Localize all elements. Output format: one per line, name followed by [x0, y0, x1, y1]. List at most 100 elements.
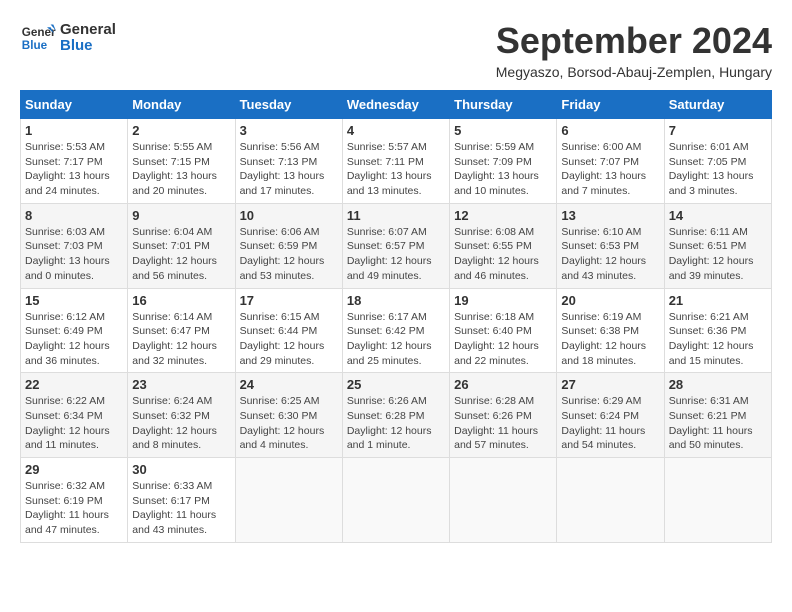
calendar-cell: 4 Sunrise: 5:57 AM Sunset: 7:11 PM Daylig…: [342, 119, 449, 204]
calendar-week-row: 15 Sunrise: 6:12 AM Sunset: 6:49 PM Dayli…: [21, 288, 772, 373]
day-content: Sunrise: 6:15 AM Sunset: 6:44 PM Dayligh…: [240, 310, 338, 369]
day-content: Sunrise: 6:14 AM Sunset: 6:47 PM Dayligh…: [132, 310, 230, 369]
day-content: Sunrise: 6:08 AM Sunset: 6:55 PM Dayligh…: [454, 225, 552, 284]
day-number: 11: [347, 208, 445, 223]
weekday-header-friday: Friday: [557, 91, 664, 119]
day-content: Sunrise: 6:12 AM Sunset: 6:49 PM Dayligh…: [25, 310, 123, 369]
day-content: Sunrise: 6:21 AM Sunset: 6:36 PM Dayligh…: [669, 310, 767, 369]
day-number: 27: [561, 377, 659, 392]
day-content: Sunrise: 5:56 AM Sunset: 7:13 PM Dayligh…: [240, 140, 338, 199]
day-number: 3: [240, 123, 338, 138]
logo-blue: Blue: [60, 38, 116, 55]
day-number: 14: [669, 208, 767, 223]
day-content: Sunrise: 6:07 AM Sunset: 6:57 PM Dayligh…: [347, 225, 445, 284]
day-number: 16: [132, 293, 230, 308]
day-content: Sunrise: 6:33 AM Sunset: 6:17 PM Dayligh…: [132, 479, 230, 538]
calendar-cell: 10 Sunrise: 6:06 AM Sunset: 6:59 PM Dayli…: [235, 203, 342, 288]
day-number: 21: [669, 293, 767, 308]
calendar-cell: 14 Sunrise: 6:11 AM Sunset: 6:51 PM Dayli…: [664, 203, 771, 288]
day-content: Sunrise: 6:26 AM Sunset: 6:28 PM Dayligh…: [347, 394, 445, 453]
day-content: Sunrise: 6:01 AM Sunset: 7:05 PM Dayligh…: [669, 140, 767, 199]
calendar-cell: 1Sunrise: 5:53 AM Sunset: 7:17 PM Daylig…: [21, 119, 128, 204]
calendar-cell: [664, 458, 771, 543]
day-content: Sunrise: 5:57 AM Sunset: 7:11 PM Dayligh…: [347, 140, 445, 199]
day-number: 29: [25, 462, 123, 477]
day-content: Sunrise: 5:55 AM Sunset: 7:15 PM Dayligh…: [132, 140, 230, 199]
day-content: Sunrise: 6:04 AM Sunset: 7:01 PM Dayligh…: [132, 225, 230, 284]
day-number: 25: [347, 377, 445, 392]
calendar-cell: 2Sunrise: 5:55 AM Sunset: 7:15 PM Daylig…: [128, 119, 235, 204]
calendar-cell: 25 Sunrise: 6:26 AM Sunset: 6:28 PM Dayli…: [342, 373, 449, 458]
calendar-cell: [557, 458, 664, 543]
day-content: Sunrise: 6:24 AM Sunset: 6:32 PM Dayligh…: [132, 394, 230, 453]
day-number: 23: [132, 377, 230, 392]
day-number: 19: [454, 293, 552, 308]
calendar-cell: 12 Sunrise: 6:08 AM Sunset: 6:55 PM Dayli…: [450, 203, 557, 288]
calendar-cell: [450, 458, 557, 543]
day-content: Sunrise: 6:28 AM Sunset: 6:26 PM Dayligh…: [454, 394, 552, 453]
calendar-cell: 7 Sunrise: 6:01 AM Sunset: 7:05 PM Daylig…: [664, 119, 771, 204]
day-number: 26: [454, 377, 552, 392]
day-number: 4: [347, 123, 445, 138]
day-number: 6: [561, 123, 659, 138]
day-content: Sunrise: 5:59 AM Sunset: 7:09 PM Dayligh…: [454, 140, 552, 199]
day-number: 15: [25, 293, 123, 308]
day-number: 1: [25, 123, 123, 138]
day-number: 24: [240, 377, 338, 392]
weekday-header-saturday: Saturday: [664, 91, 771, 119]
day-number: 10: [240, 208, 338, 223]
calendar-cell: 19 Sunrise: 6:18 AM Sunset: 6:40 PM Dayli…: [450, 288, 557, 373]
location-subtitle: Megyaszo, Borsod-Abauj-Zemplen, Hungary: [496, 64, 772, 80]
calendar-cell: 6Sunrise: 6:00 AM Sunset: 7:07 PM Daylig…: [557, 119, 664, 204]
calendar-cell: 15 Sunrise: 6:12 AM Sunset: 6:49 PM Dayli…: [21, 288, 128, 373]
day-number: 22: [25, 377, 123, 392]
calendar-week-row: 22 Sunrise: 6:22 AM Sunset: 6:34 PM Dayli…: [21, 373, 772, 458]
logo-icon: General Blue: [20, 20, 56, 56]
calendar-cell: 9Sunrise: 6:04 AM Sunset: 7:01 PM Daylig…: [128, 203, 235, 288]
calendar-cell: 16 Sunrise: 6:14 AM Sunset: 6:47 PM Dayli…: [128, 288, 235, 373]
calendar-cell: 5 Sunrise: 5:59 AM Sunset: 7:09 PM Daylig…: [450, 119, 557, 204]
day-number: 5: [454, 123, 552, 138]
day-content: Sunrise: 6:32 AM Sunset: 6:19 PM Dayligh…: [25, 479, 123, 538]
weekday-header-monday: Monday: [128, 91, 235, 119]
weekday-header-thursday: Thursday: [450, 91, 557, 119]
day-content: Sunrise: 6:22 AM Sunset: 6:34 PM Dayligh…: [25, 394, 123, 453]
day-number: 8: [25, 208, 123, 223]
calendar-table: SundayMondayTuesdayWednesdayThursdayFrid…: [20, 90, 772, 543]
calendar-cell: 11 Sunrise: 6:07 AM Sunset: 6:57 PM Dayli…: [342, 203, 449, 288]
calendar-cell: 17 Sunrise: 6:15 AM Sunset: 6:44 PM Dayli…: [235, 288, 342, 373]
page-header: General Blue General Blue September 2024…: [20, 20, 772, 80]
day-content: Sunrise: 6:19 AM Sunset: 6:38 PM Dayligh…: [561, 310, 659, 369]
day-content: Sunrise: 6:11 AM Sunset: 6:51 PM Dayligh…: [669, 225, 767, 284]
calendar-week-row: 29 Sunrise: 6:32 AM Sunset: 6:19 PM Dayli…: [21, 458, 772, 543]
calendar-cell: 18 Sunrise: 6:17 AM Sunset: 6:42 PM Dayli…: [342, 288, 449, 373]
calendar-cell: 22 Sunrise: 6:22 AM Sunset: 6:34 PM Dayli…: [21, 373, 128, 458]
calendar-cell: [342, 458, 449, 543]
day-content: Sunrise: 6:17 AM Sunset: 6:42 PM Dayligh…: [347, 310, 445, 369]
day-content: Sunrise: 6:10 AM Sunset: 6:53 PM Dayligh…: [561, 225, 659, 284]
day-number: 7: [669, 123, 767, 138]
day-number: 13: [561, 208, 659, 223]
day-content: Sunrise: 6:31 AM Sunset: 6:21 PM Dayligh…: [669, 394, 767, 453]
day-number: 18: [347, 293, 445, 308]
day-content: Sunrise: 6:18 AM Sunset: 6:40 PM Dayligh…: [454, 310, 552, 369]
calendar-cell: 24Sunrise: 6:25 AM Sunset: 6:30 PM Dayli…: [235, 373, 342, 458]
calendar-cell: 28 Sunrise: 6:31 AM Sunset: 6:21 PM Dayli…: [664, 373, 771, 458]
day-content: Sunrise: 6:06 AM Sunset: 6:59 PM Dayligh…: [240, 225, 338, 284]
calendar-cell: 27 Sunrise: 6:29 AM Sunset: 6:24 PM Dayli…: [557, 373, 664, 458]
calendar-cell: [235, 458, 342, 543]
calendar-week-row: 8Sunrise: 6:03 AM Sunset: 7:03 PM Daylig…: [21, 203, 772, 288]
month-year-title: September 2024: [496, 20, 772, 62]
calendar-cell: 30 Sunrise: 6:33 AM Sunset: 6:17 PM Dayli…: [128, 458, 235, 543]
day-content: Sunrise: 6:29 AM Sunset: 6:24 PM Dayligh…: [561, 394, 659, 453]
calendar-cell: 23 Sunrise: 6:24 AM Sunset: 6:32 PM Dayli…: [128, 373, 235, 458]
day-number: 30: [132, 462, 230, 477]
day-number: 17: [240, 293, 338, 308]
svg-text:Blue: Blue: [22, 39, 48, 52]
weekday-header-tuesday: Tuesday: [235, 91, 342, 119]
day-number: 12: [454, 208, 552, 223]
calendar-cell: 29 Sunrise: 6:32 AM Sunset: 6:19 PM Dayli…: [21, 458, 128, 543]
calendar-week-row: 1Sunrise: 5:53 AM Sunset: 7:17 PM Daylig…: [21, 119, 772, 204]
day-number: 28: [669, 377, 767, 392]
calendar-cell: 21 Sunrise: 6:21 AM Sunset: 6:36 PM Dayli…: [664, 288, 771, 373]
